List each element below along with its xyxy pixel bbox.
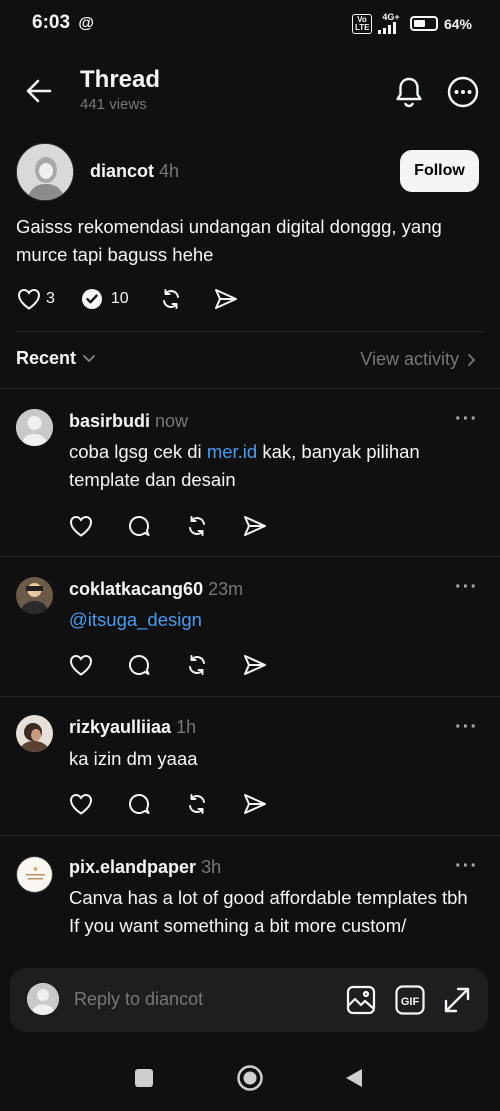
battery-icon [409, 16, 438, 31]
reply-actions [69, 792, 267, 816]
composer-avatar [27, 983, 59, 1015]
back-arrow-icon[interactable] [26, 78, 52, 104]
expand-icon[interactable] [442, 985, 472, 1015]
comment-icon[interactable] [127, 792, 151, 816]
reply-username-line: basirbudi now [69, 411, 188, 432]
verified-reply-icon [81, 289, 102, 309]
battery-percent: 64% [443, 15, 472, 32]
comment-icon[interactable] [127, 514, 151, 538]
reply-username-line: pix.elandpaper 3h [69, 857, 221, 878]
heart-icon [17, 288, 41, 310]
reply-time: 3h [201, 857, 222, 877]
reply-text: coba lgsg cek di mer.id kak, banyak pili… [69, 441, 420, 490]
like-count: 3 [46, 290, 55, 307]
author-avatar[interactable] [16, 143, 74, 201]
heart-icon[interactable] [69, 654, 93, 676]
reply-avatar[interactable] [16, 715, 53, 752]
post-text: Gaisss rekomendasi undangan digital dong… [16, 216, 442, 265]
reply-item: coklatkacang60 23m ··· @itsuga_design [0, 556, 500, 696]
reply-more-icon[interactable]: ··· [455, 716, 478, 739]
nav-square-icon[interactable] [134, 1068, 154, 1088]
reply-avatar[interactable] [16, 577, 53, 614]
share-button[interactable] [214, 288, 238, 310]
author-username-line: diancot 4h [90, 161, 179, 182]
view-activity-link[interactable]: View activity [360, 349, 476, 370]
reply-time: 23m [208, 579, 244, 599]
nav-back-icon[interactable] [344, 1067, 364, 1089]
reply-item: pix.elandpaper 3h ··· Canva has a lot of… [0, 835, 500, 968]
nav-home-icon[interactable] [236, 1064, 264, 1092]
svg-text:GIF: GIF [401, 996, 420, 1008]
share-icon[interactable] [243, 654, 267, 676]
reply-count-button[interactable]: 10 [81, 288, 129, 310]
reply-time: 1h [176, 717, 197, 737]
share-icon[interactable] [243, 515, 267, 537]
reply-username[interactable]: rizkyaulliiaa [69, 717, 171, 737]
reply-actions [69, 653, 267, 677]
like-button[interactable]: 3 [17, 288, 55, 310]
heart-icon[interactable] [69, 515, 93, 537]
bell-icon[interactable] [394, 76, 424, 108]
signal-icon: 4G+ [377, 13, 404, 34]
threads-status-icon: @ [78, 15, 94, 32]
reply-mention[interactable]: @itsuga_design [69, 609, 202, 630]
reply-time: now [155, 411, 189, 431]
page-title: Thread [80, 66, 161, 93]
reply-more-icon[interactable]: ··· [455, 576, 478, 599]
heart-icon[interactable] [69, 793, 93, 815]
reply-item: basirbudi now ··· coba lgsg cek di mer.i… [0, 388, 500, 556]
reply-link[interactable]: mer.id [207, 441, 257, 462]
reply-input[interactable]: Reply to diancot [74, 989, 203, 1010]
post-actions: 3 10 [17, 287, 238, 311]
volte-badge: Vo LTE [351, 13, 372, 34]
reply-username[interactable]: basirbudi [69, 411, 150, 431]
image-icon[interactable] [346, 985, 376, 1015]
comment-icon[interactable] [127, 653, 151, 677]
chevron-down-icon [83, 354, 95, 362]
system-nav-bar [0, 1050, 500, 1111]
divider [16, 331, 484, 332]
share-icon[interactable] [243, 793, 267, 815]
reply-actions [69, 514, 267, 538]
repost-icon[interactable] [185, 514, 209, 538]
repost-button[interactable] [159, 287, 183, 311]
sort-dropdown[interactable]: Recent [16, 348, 96, 369]
share-icon [214, 289, 237, 309]
view-count: 441 views [80, 96, 147, 113]
reply-username-line: coklatkacang60 23m [69, 579, 243, 600]
more-icon[interactable] [447, 76, 479, 108]
reply-username-line: rizkyaulliiaa 1h [69, 717, 196, 738]
follow-button[interactable]: Follow [400, 150, 479, 192]
reply-username[interactable]: pix.elandpaper [69, 857, 196, 877]
repost-icon[interactable] [185, 653, 209, 677]
chevron-right-icon [468, 353, 476, 366]
post-time: 4h [159, 161, 180, 181]
view-activity-label: View activity [360, 349, 459, 369]
reply-count: 10 [110, 290, 129, 307]
reply-more-icon[interactable]: ··· [455, 408, 478, 431]
gif-icon[interactable]: GIF [395, 985, 425, 1015]
author-username[interactable]: diancot [90, 161, 154, 181]
reply-composer[interactable]: Reply to diancot GIF [10, 968, 488, 1032]
reply-text: Canva has a lot of good affordable templ… [69, 887, 468, 936]
repost-icon [162, 289, 179, 309]
reply-text: ka izin dm yaaa [69, 748, 198, 769]
repost-icon[interactable] [185, 792, 209, 816]
reply-more-icon[interactable]: ··· [455, 855, 478, 878]
reply-username[interactable]: coklatkacang60 [69, 579, 203, 599]
reply-item: rizkyaulliiaa 1h ··· ka izin dm yaaa [0, 696, 500, 835]
status-icons: Vo LTE 4G+ 64% [351, 13, 472, 34]
sort-label: Recent [16, 348, 77, 368]
status-time: 6:03 @ [32, 12, 94, 33]
reply-text: @itsuga_design [69, 606, 479, 634]
reply-avatar[interactable] [16, 856, 53, 893]
reply-avatar[interactable] [16, 409, 53, 446]
